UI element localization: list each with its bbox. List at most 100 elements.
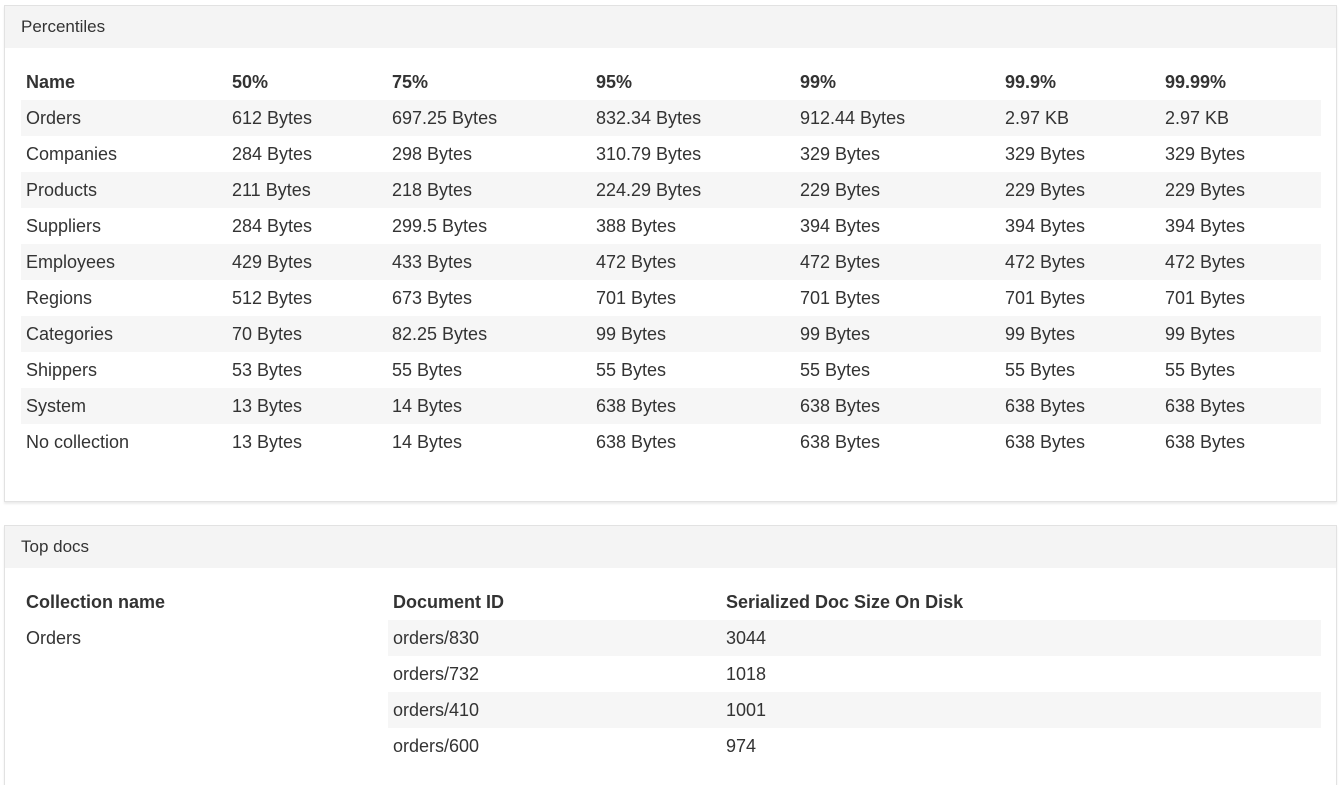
cell-p95: 701 Bytes [596,287,677,308]
cell-name: Shippers [26,359,98,380]
cell-p99-9: 394 Bytes [1005,215,1086,236]
percentiles-header-row: Name 50% 75% 95% 99% 99.9% 99.99% [21,64,1321,100]
table-row: orders/600 974 [21,728,1321,764]
percentiles-table: Name 50% 75% 95% 99% 99.9% 99.99% Orders… [21,64,1321,460]
cell-name: Employees [21,244,227,280]
cell-doc-size: 1001 [721,692,1321,728]
cell-p99: 394 Bytes [800,215,881,236]
top-docs-title: Top docs [5,526,1336,568]
cell-p99-99: 329 Bytes [1165,143,1246,164]
cell-p75: 697.25 Bytes [387,100,591,136]
column-header-p95: 95% [596,71,633,92]
cell-p99-99: 638 Bytes [1165,431,1246,452]
table-row: Companies 284 Bytes 298 Bytes 310.79 Bytes 3… [21,136,1321,172]
cell-p50: 429 Bytes [227,244,387,280]
cell-collection-name [21,692,388,728]
cell-p99: 638 Bytes [795,388,1000,424]
column-header-document-id: Document ID [393,591,505,612]
cell-p99-99: 229 Bytes [1160,172,1321,208]
cell-p99-9: 2.97 KB [1000,100,1160,136]
table-row: Suppliers 284 Bytes 299.5 Bytes 388 Bytes 39… [21,208,1321,244]
cell-p99-99: 99 Bytes [1160,316,1321,352]
table-row: orders/410 1001 [21,692,1321,728]
cell-p95: 832.34 Bytes [591,100,795,136]
top-docs-table: Collection name Document ID Serialized D… [21,584,1321,764]
table-row: Orders 612 Bytes 697.25 Bytes 832.34 Bytes 9… [21,100,1321,136]
cell-p50: 284 Bytes [232,143,313,164]
cell-p99-9: 99 Bytes [1000,316,1160,352]
table-row: Orders orders/830 3044 [21,620,1321,656]
cell-name: Companies [26,143,118,164]
cell-p99-9: 472 Bytes [1000,244,1160,280]
cell-p50: 70 Bytes [227,316,387,352]
column-header-p99-9: 99.9% [1005,71,1057,92]
cell-p95: 99 Bytes [591,316,795,352]
cell-collection-name [21,728,388,764]
cell-document-id: orders/600 [393,735,480,756]
cell-p99-99: 2.97 KB [1160,100,1321,136]
cell-p75: 673 Bytes [392,287,473,308]
column-header-p50: 50% [232,71,269,92]
cell-collection-name [21,656,388,692]
cell-document-id: orders/830 [388,620,721,656]
cell-doc-size: 974 [726,735,757,756]
table-row: No collection 13 Bytes 14 Bytes 638 Bytes 63… [21,424,1321,460]
cell-p99: 472 Bytes [795,244,1000,280]
cell-p95: 55 Bytes [596,359,667,380]
cell-p99: 99 Bytes [795,316,1000,352]
cell-p99-9: 701 Bytes [1005,287,1086,308]
cell-name: Categories [21,316,227,352]
cell-p99: 229 Bytes [795,172,1000,208]
cell-document-id: orders/410 [388,692,721,728]
cell-name: System [21,388,227,424]
table-row: System 13 Bytes 14 Bytes 638 Bytes 638 Bytes… [21,388,1321,424]
cell-p99-9: 638 Bytes [1000,388,1160,424]
cell-p99-99: 55 Bytes [1165,359,1236,380]
cell-p75: 218 Bytes [387,172,591,208]
cell-p99-99: 701 Bytes [1165,287,1246,308]
cell-p75: 299.5 Bytes [392,215,488,236]
table-row: Shippers 53 Bytes 55 Bytes 55 Bytes 55 Bytes… [21,352,1321,388]
percentiles-panel: Percentiles Name 50% 75% 95% 99% 99.9% 9… [4,5,1337,502]
cell-p50: 512 Bytes [232,287,313,308]
cell-p99-99: 472 Bytes [1160,244,1321,280]
cell-p50: 13 Bytes [227,388,387,424]
cell-p99: 701 Bytes [800,287,881,308]
cell-name: Products [21,172,227,208]
cell-p99: 912.44 Bytes [795,100,1000,136]
cell-p75: 298 Bytes [392,143,473,164]
cell-p99-9: 55 Bytes [1005,359,1076,380]
cell-p99-99: 638 Bytes [1160,388,1321,424]
cell-p75: 14 Bytes [392,431,463,452]
cell-name: No collection [26,431,130,452]
cell-p99-9: 329 Bytes [1005,143,1086,164]
cell-p50: 13 Bytes [232,431,303,452]
column-header-collection-name: Collection name [26,591,166,612]
table-row: Employees 429 Bytes 433 Bytes 472 Bytes 472 … [21,244,1321,280]
top-docs-header-row: Collection name Document ID Serialized D… [21,584,1321,620]
cell-p50: 284 Bytes [232,215,313,236]
cell-doc-size: 1018 [726,663,767,684]
column-header-name: Name [26,71,76,92]
table-row: Products 211 Bytes 218 Bytes 224.29 Bytes 22… [21,172,1321,208]
cell-p95: 310.79 Bytes [596,143,702,164]
cell-collection-name: Orders [26,627,82,648]
column-header-doc-size: Serialized Doc Size On Disk [726,591,964,612]
cell-doc-size: 3044 [721,620,1321,656]
table-row: orders/732 1018 [21,656,1321,692]
cell-p99-99: 394 Bytes [1165,215,1246,236]
cell-p75: 14 Bytes [387,388,591,424]
cell-p50: 211 Bytes [227,172,387,208]
cell-p99: 638 Bytes [800,431,881,452]
cell-p95: 638 Bytes [591,388,795,424]
table-row: Categories 70 Bytes 82.25 Bytes 99 Bytes 99 … [21,316,1321,352]
cell-name: Regions [26,287,93,308]
table-row: Regions 512 Bytes 673 Bytes 701 Bytes 701 By… [21,280,1321,316]
cell-p95: 638 Bytes [596,431,677,452]
cell-p99: 55 Bytes [800,359,871,380]
cell-p75: 82.25 Bytes [387,316,591,352]
column-header-p75: 75% [392,71,429,92]
cell-p95: 472 Bytes [591,244,795,280]
cell-p99-9: 638 Bytes [1005,431,1086,452]
cell-p95: 388 Bytes [596,215,677,236]
